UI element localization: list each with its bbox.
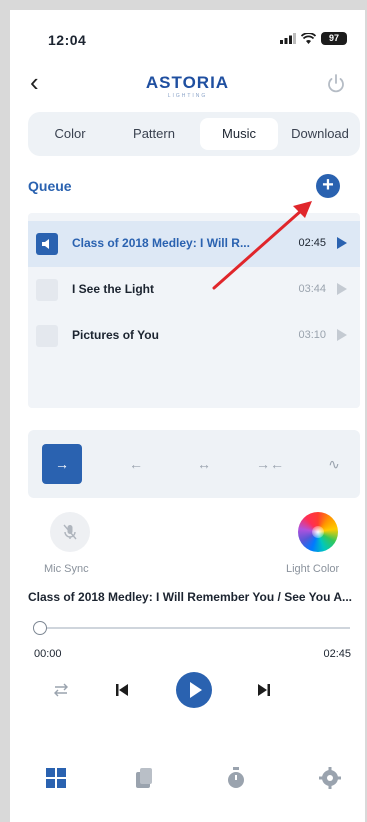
settings-icon[interactable] [318,766,342,790]
mic-sync-button[interactable] [50,512,90,552]
queue-item-title: I See the Light [72,282,155,296]
mode-forward-button[interactable]: → [42,444,82,484]
mic-off-icon [63,524,77,540]
queue-item[interactable]: Class of 2018 Medley: I Will R... 02:45 [28,221,360,267]
queue-item[interactable]: Pictures of You 03:10 [28,313,360,359]
queue-item-title: Class of 2018 Medley: I Will R... [72,236,250,250]
system-indicators: 97 [280,32,347,45]
scenes-icon[interactable] [132,766,156,790]
queue-list: Class of 2018 Medley: I Will R... 02:45 … [28,213,360,408]
add-to-queue-button[interactable]: + [316,174,340,198]
signal-icon [280,33,296,44]
current-time: 00:00 [34,648,62,660]
play-icon [190,682,202,698]
queue-item-duration: 03:44 [298,283,326,295]
wifi-icon [301,33,316,44]
queue-item[interactable]: I See the Light 03:44 [28,267,360,313]
app-header: ‹ ASTORIA LIGHTING [10,65,365,105]
mode-pulse-button[interactable]: ∿ [314,444,354,484]
light-color-button[interactable] [298,512,338,552]
bottom-navigation [10,760,365,810]
tab-pattern[interactable]: Pattern [114,118,194,150]
progress-track[interactable] [40,627,350,629]
total-time: 02:45 [323,648,351,660]
timer-icon[interactable] [224,766,248,790]
queue-item-duration: 03:10 [298,329,326,341]
progress-knob[interactable] [33,621,47,635]
play-icon[interactable] [336,328,348,342]
now-playing-title: Class of 2018 Medley: I Will Remember Yo… [28,590,352,604]
music-note-icon [36,279,58,301]
play-icon[interactable] [336,236,348,250]
previous-track-icon[interactable] [114,682,130,698]
music-note-icon [36,325,58,347]
queue-title: Queue [28,178,72,194]
repeat-icon[interactable] [52,682,70,698]
light-color-label: Light Color [286,563,340,575]
speaker-icon [36,233,58,255]
mic-sync-label: Mic Sync [44,563,89,575]
dashboard-icon[interactable] [44,766,68,790]
queue-item-title: Pictures of You [72,328,159,342]
power-icon[interactable] [325,73,347,95]
mode-backward-button[interactable]: ← [116,444,156,484]
mode-bounce-button[interactable]: ↔ [184,444,224,484]
next-track-icon[interactable] [256,682,272,698]
plus-icon: + [322,174,334,196]
mode-converge-button[interactable]: →← [250,444,290,484]
tab-music[interactable]: Music [200,118,278,150]
status-time: 12:04 [48,32,87,48]
tab-download[interactable]: Download [282,118,358,150]
battery-level: 97 [321,32,347,45]
status-bar: 12:04 97 [10,10,365,50]
app-screen: 12:04 97 ‹ ASTORIA LIGHTING Color Patter… [10,10,365,822]
direction-modes: → ← ↔ →← ∿ [28,430,360,498]
brand-logo: ASTORIA [145,73,230,92]
tab-color[interactable]: Color [34,118,106,150]
mode-tabs: Color Pattern Music Download [28,112,360,156]
play-button[interactable] [176,672,212,708]
queue-item-duration: 02:45 [298,237,326,249]
brand-subtitle: LIGHTING [167,93,208,99]
play-icon[interactable] [336,282,348,296]
